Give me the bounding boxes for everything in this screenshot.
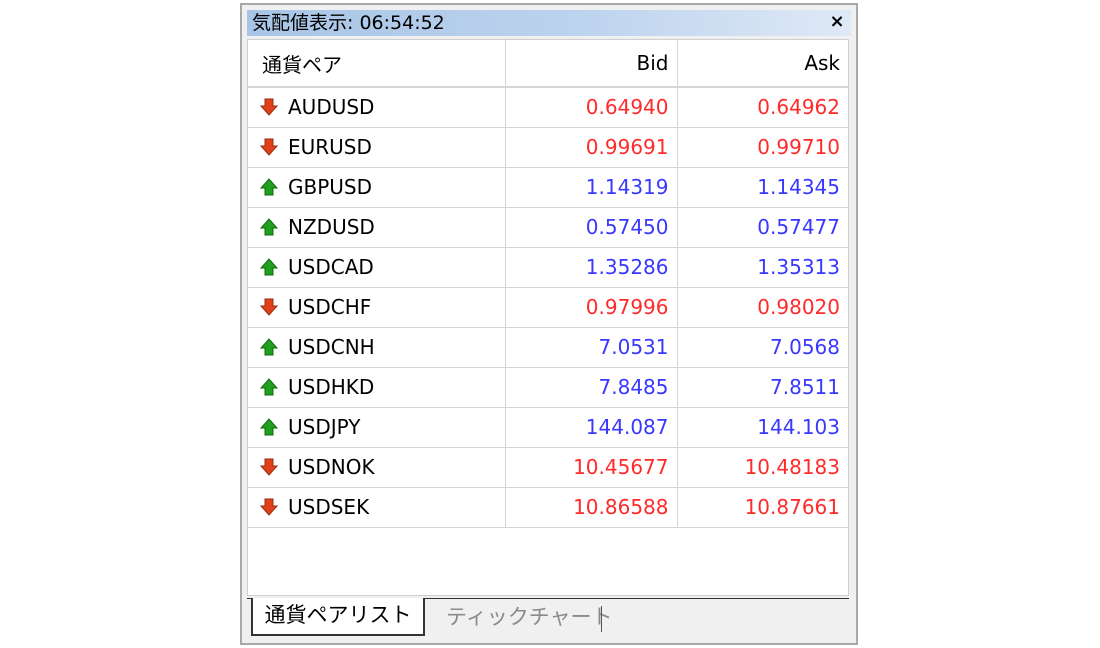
symbol-name: USDHKD bbox=[288, 375, 375, 399]
arrow-down-icon bbox=[259, 297, 279, 317]
arrow-down-icon bbox=[259, 97, 279, 117]
ask-price: 10.87661 bbox=[677, 487, 848, 528]
symbol-cell: USDJPY bbox=[248, 407, 506, 448]
ask-price: 7.0568 bbox=[677, 327, 848, 368]
table-row[interactable]: EURUSD 0.99691 0.99710 bbox=[248, 127, 848, 168]
table-row[interactable]: USDCAD 1.35286 1.35313 bbox=[248, 247, 848, 288]
symbol-cell: USDCAD bbox=[248, 247, 506, 288]
bid-price: 1.35286 bbox=[505, 247, 678, 288]
table-row[interactable]: USDJPY 144.087 144.103 bbox=[248, 407, 848, 448]
arrow-up-icon bbox=[259, 417, 279, 437]
quotes-panel: 通貨ペア Bid Ask AUDUSD 0.64940 0.64962 EURUSD 0… bbox=[247, 39, 849, 596]
bid-price: 1.14319 bbox=[505, 167, 678, 208]
bid-price: 10.45677 bbox=[505, 447, 678, 488]
table-header-row: 通貨ペア Bid Ask bbox=[248, 40, 848, 88]
table-row[interactable]: AUDUSD 0.64940 0.64962 bbox=[248, 87, 848, 128]
ask-price: 0.98020 bbox=[677, 287, 848, 328]
bid-price: 0.64940 bbox=[505, 87, 678, 128]
ask-price: 1.35313 bbox=[677, 247, 848, 288]
symbol-name: EURUSD bbox=[288, 135, 372, 159]
ask-price: 7.8511 bbox=[677, 367, 848, 408]
quotes-table: 通貨ペア Bid Ask AUDUSD 0.64940 0.64962 EURUSD 0… bbox=[248, 40, 848, 528]
ask-price: 1.14345 bbox=[677, 167, 848, 208]
bid-price: 10.86588 bbox=[505, 487, 678, 528]
arrow-up-icon bbox=[259, 177, 279, 197]
symbol-cell: GBPUSD bbox=[248, 167, 506, 208]
symbol-name: USDCNH bbox=[288, 335, 375, 359]
bid-price: 7.0531 bbox=[505, 327, 678, 368]
ask-price: 144.103 bbox=[677, 407, 848, 448]
symbol-cell: USDNOK bbox=[248, 447, 506, 488]
ask-price: 10.48183 bbox=[677, 447, 848, 488]
symbol-name: GBPUSD bbox=[288, 175, 373, 199]
symbol-cell: AUDUSD bbox=[248, 87, 506, 128]
table-row[interactable]: USDCHF 0.97996 0.98020 bbox=[248, 287, 848, 328]
symbol-cell: USDHKD bbox=[248, 367, 506, 408]
table-row[interactable]: USDSEK 10.86588 10.87661 bbox=[248, 487, 848, 528]
tab-bar: 通貨ペアリスト ティックチャート bbox=[247, 596, 849, 638]
bid-price: 7.8485 bbox=[505, 367, 678, 408]
symbol-cell: USDSEK bbox=[248, 487, 506, 528]
table-row[interactable]: NZDUSD 0.57450 0.57477 bbox=[248, 207, 848, 248]
arrow-up-icon bbox=[259, 337, 279, 357]
title-bar[interactable]: 気配値表示: 06:54:52 × bbox=[247, 10, 851, 36]
bid-price: 144.087 bbox=[505, 407, 678, 448]
market-watch-window: 気配値表示: 06:54:52 × 通貨ペア Bid Ask AUDUSD 0.6… bbox=[240, 3, 858, 645]
symbol-name: USDSEK bbox=[288, 495, 370, 519]
close-icon[interactable]: × bbox=[826, 11, 848, 33]
symbol-name: NZDUSD bbox=[288, 215, 375, 239]
symbol-cell: USDCNH bbox=[248, 327, 506, 368]
symbol-cell: NZDUSD bbox=[248, 207, 506, 248]
symbol-name: USDCHF bbox=[288, 295, 372, 319]
symbol-name: AUDUSD bbox=[288, 95, 375, 120]
arrow-up-icon bbox=[259, 377, 279, 397]
arrow-down-icon bbox=[259, 457, 279, 477]
tab-tick-chart[interactable]: ティックチャート bbox=[446, 598, 613, 636]
symbol-cell: USDCHF bbox=[248, 287, 506, 328]
window-title: 気配値表示: 06:54:52 bbox=[252, 12, 445, 34]
symbol-name: USDJPY bbox=[288, 415, 361, 439]
arrow-up-icon bbox=[259, 217, 279, 237]
bid-price: 0.99691 bbox=[505, 127, 678, 168]
arrow-down-icon bbox=[259, 137, 279, 157]
header-ask[interactable]: Ask bbox=[677, 40, 848, 88]
ask-price: 0.99710 bbox=[677, 127, 848, 168]
ask-price: 0.57477 bbox=[677, 207, 848, 248]
arrow-up-icon bbox=[259, 257, 279, 277]
bid-price: 0.57450 bbox=[505, 207, 678, 248]
bid-price: 0.97996 bbox=[505, 287, 678, 328]
header-symbol[interactable]: 通貨ペア bbox=[248, 40, 506, 88]
symbol-name: USDCAD bbox=[288, 255, 374, 279]
table-row[interactable]: GBPUSD 1.14319 1.14345 bbox=[248, 167, 848, 208]
arrow-down-icon bbox=[259, 497, 279, 517]
table-row[interactable]: USDHKD 7.8485 7.8511 bbox=[248, 367, 848, 408]
tab-symbols[interactable]: 通貨ペアリスト bbox=[251, 598, 425, 636]
header-bid[interactable]: Bid bbox=[505, 40, 678, 88]
tab-divider bbox=[601, 606, 602, 632]
ask-price: 0.64962 bbox=[677, 87, 848, 128]
table-row[interactable]: USDNOK 10.45677 10.48183 bbox=[248, 447, 848, 488]
symbol-cell: EURUSD bbox=[248, 127, 506, 168]
symbol-name: USDNOK bbox=[288, 455, 375, 479]
table-row[interactable]: USDCNH 7.0531 7.0568 bbox=[248, 327, 848, 368]
